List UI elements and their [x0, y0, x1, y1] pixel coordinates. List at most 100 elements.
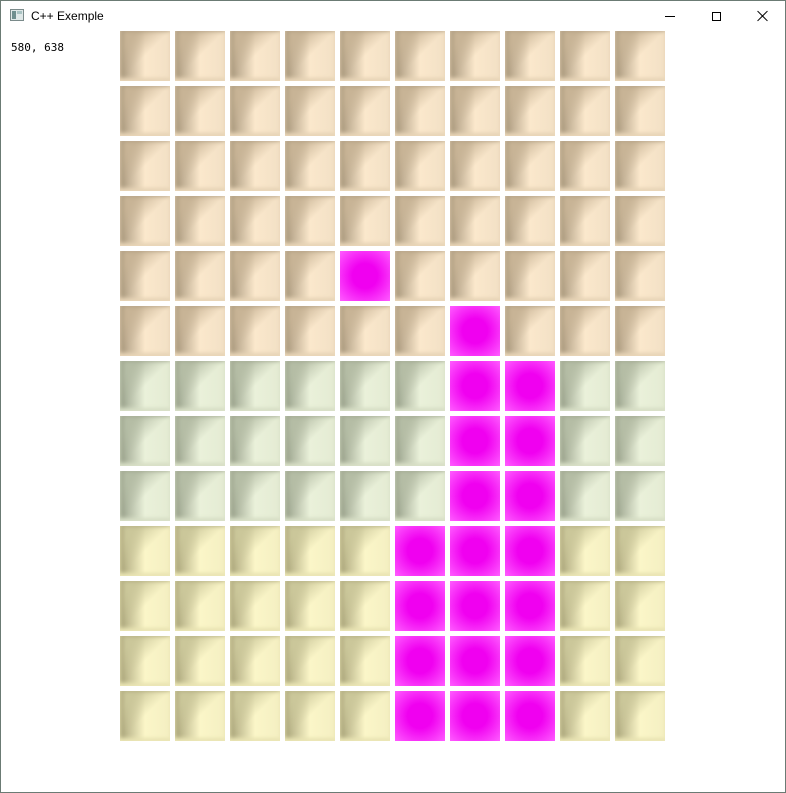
tile[interactable] [230, 526, 280, 576]
tile[interactable] [395, 416, 445, 466]
tile[interactable] [175, 141, 225, 191]
close-button[interactable] [739, 1, 785, 31]
tile[interactable] [120, 31, 170, 81]
tile[interactable] [175, 416, 225, 466]
tile[interactable] [120, 196, 170, 246]
tile[interactable] [560, 141, 610, 191]
tile[interactable] [120, 526, 170, 576]
tile[interactable] [560, 691, 610, 741]
tile[interactable] [175, 86, 225, 136]
tile[interactable] [285, 361, 335, 411]
tile[interactable] [560, 416, 610, 466]
tile[interactable] [120, 86, 170, 136]
tile-highlighted[interactable] [505, 581, 555, 631]
tile-highlighted[interactable] [505, 526, 555, 576]
tile[interactable] [505, 196, 555, 246]
tile[interactable] [230, 361, 280, 411]
tile[interactable] [615, 86, 665, 136]
tile[interactable] [505, 141, 555, 191]
tile[interactable] [615, 141, 665, 191]
tile[interactable] [340, 306, 390, 356]
tile[interactable] [340, 416, 390, 466]
tile[interactable] [285, 471, 335, 521]
tile[interactable] [395, 251, 445, 301]
tile[interactable] [175, 636, 225, 686]
tile[interactable] [285, 526, 335, 576]
tile-highlighted[interactable] [450, 306, 500, 356]
tile[interactable] [120, 361, 170, 411]
tile[interactable] [340, 361, 390, 411]
tile[interactable] [615, 306, 665, 356]
tile[interactable] [340, 86, 390, 136]
tile[interactable] [395, 306, 445, 356]
tile[interactable] [560, 196, 610, 246]
tile-highlighted[interactable] [395, 581, 445, 631]
tile-highlighted[interactable] [505, 471, 555, 521]
tile[interactable] [505, 306, 555, 356]
tile[interactable] [560, 636, 610, 686]
tile-highlighted[interactable] [450, 636, 500, 686]
tile[interactable] [120, 471, 170, 521]
tile-highlighted[interactable] [450, 581, 500, 631]
tile[interactable] [120, 636, 170, 686]
tile[interactable] [175, 251, 225, 301]
tile[interactable] [560, 471, 610, 521]
tile[interactable] [450, 86, 500, 136]
tile[interactable] [340, 471, 390, 521]
tile[interactable] [560, 251, 610, 301]
tile[interactable] [615, 361, 665, 411]
tile[interactable] [395, 361, 445, 411]
tile[interactable] [395, 471, 445, 521]
tile[interactable] [120, 141, 170, 191]
tile[interactable] [560, 86, 610, 136]
tile[interactable] [230, 141, 280, 191]
tile[interactable] [175, 361, 225, 411]
minimize-button[interactable] [647, 1, 693, 31]
tile[interactable] [340, 526, 390, 576]
tile-highlighted[interactable] [450, 691, 500, 741]
tile[interactable] [230, 31, 280, 81]
tile[interactable] [615, 31, 665, 81]
tile[interactable] [395, 86, 445, 136]
tile[interactable] [175, 526, 225, 576]
tile[interactable] [560, 306, 610, 356]
tile[interactable] [230, 306, 280, 356]
tile[interactable] [285, 581, 335, 631]
tile[interactable] [615, 471, 665, 521]
tile[interactable] [615, 251, 665, 301]
tile-highlighted[interactable] [505, 691, 555, 741]
tile[interactable] [560, 31, 610, 81]
title-bar[interactable]: C++ Exemple [1, 1, 785, 31]
tile[interactable] [230, 251, 280, 301]
tile[interactable] [615, 526, 665, 576]
tile[interactable] [340, 141, 390, 191]
tile[interactable] [285, 196, 335, 246]
tile[interactable] [175, 581, 225, 631]
tile[interactable] [230, 416, 280, 466]
tile[interactable] [175, 691, 225, 741]
tile[interactable] [120, 416, 170, 466]
tile[interactable] [230, 196, 280, 246]
tile-highlighted[interactable] [505, 416, 555, 466]
tile[interactable] [615, 196, 665, 246]
tile-highlighted[interactable] [340, 251, 390, 301]
tile[interactable] [175, 196, 225, 246]
tile[interactable] [285, 31, 335, 81]
tile[interactable] [560, 526, 610, 576]
tile[interactable] [505, 31, 555, 81]
tile-highlighted[interactable] [450, 471, 500, 521]
tile[interactable] [285, 251, 335, 301]
tile[interactable] [395, 196, 445, 246]
tile-highlighted[interactable] [395, 636, 445, 686]
tile[interactable] [340, 691, 390, 741]
tile[interactable] [340, 636, 390, 686]
tile[interactable] [505, 86, 555, 136]
tile[interactable] [395, 31, 445, 81]
tile[interactable] [615, 581, 665, 631]
tile[interactable] [340, 581, 390, 631]
tile[interactable] [230, 691, 280, 741]
tile[interactable] [395, 141, 445, 191]
tile[interactable] [120, 251, 170, 301]
tile[interactable] [450, 141, 500, 191]
tile[interactable] [285, 416, 335, 466]
